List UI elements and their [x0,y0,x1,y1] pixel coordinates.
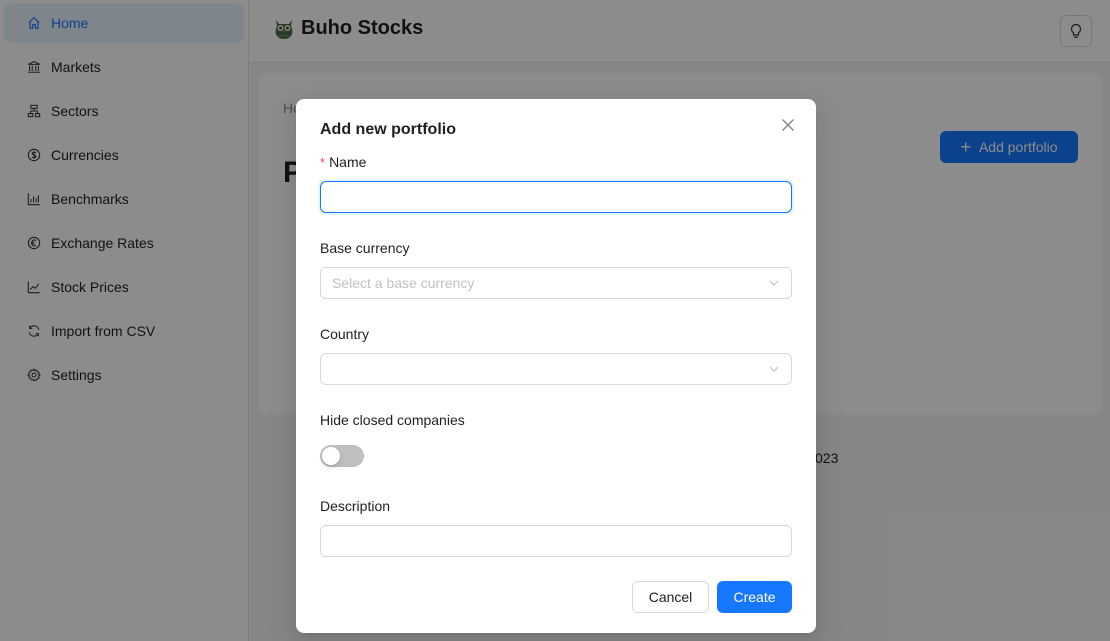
country-label: Country [320,326,370,342]
description-input[interactable] [320,525,792,557]
base-currency-select[interactable]: Select a base currency [320,267,792,299]
required-mark: * [320,155,326,170]
hide-closed-switch[interactable] [320,445,364,467]
create-button[interactable]: Create [717,581,792,613]
close-icon [781,118,795,132]
hide-closed-label: Hide closed companies [320,412,465,428]
base-currency-placeholder: Select a base currency [332,275,475,291]
add-portfolio-modal: Add new portfolio * Name Base currency Se… [296,99,816,633]
country-select[interactable] [320,353,792,385]
close-button[interactable] [780,117,796,133]
chevron-down-icon [768,277,780,289]
name-label-text: Name [329,154,367,170]
chevron-down-icon [768,363,780,375]
switch-knob [322,447,340,465]
name-label: * Name [320,154,366,170]
base-currency-label: Base currency [320,240,410,256]
name-input[interactable] [320,181,792,213]
cancel-button[interactable]: Cancel [632,581,709,613]
description-label: Description [320,498,391,514]
modal-title: Add new portfolio [320,121,456,138]
